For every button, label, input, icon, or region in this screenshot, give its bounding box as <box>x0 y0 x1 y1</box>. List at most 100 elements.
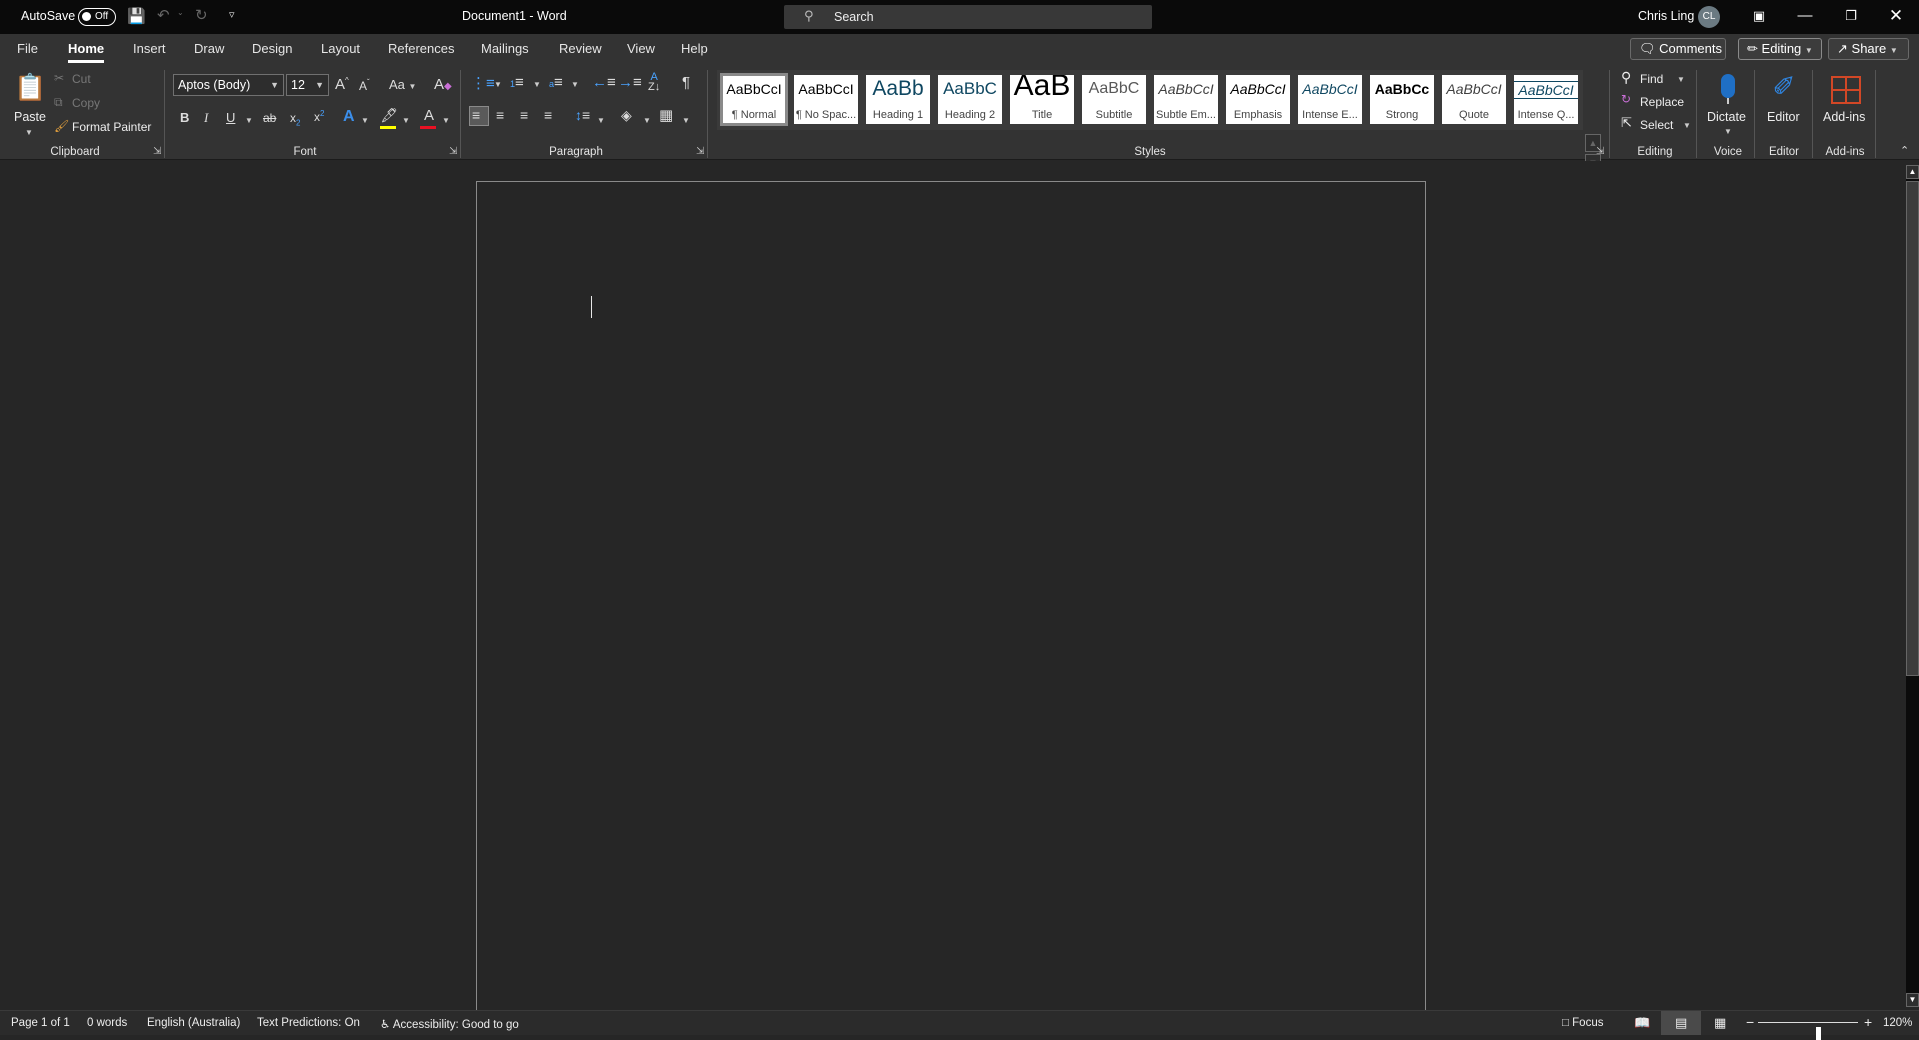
style-heading-1[interactable]: AaBb Heading 1 <box>866 75 930 124</box>
clipboard-dialog-launcher-icon[interactable]: ⇲ <box>153 146 161 157</box>
multilevel-list-icon[interactable]: a≡ <box>549 74 563 91</box>
style-normal[interactable]: AaBbCcI ¶ Normal <box>720 73 788 126</box>
borders-icon[interactable]: ▦ <box>659 106 673 124</box>
tab-review[interactable]: Review <box>559 41 602 56</box>
zoom-slider-thumb[interactable] <box>1816 1027 1821 1040</box>
minimize-icon[interactable]: — <box>1782 0 1828 34</box>
text-predictions-status[interactable]: Text Predictions: On <box>257 1017 360 1029</box>
shading-dropdown-icon[interactable]: ▼ <box>643 116 651 125</box>
comments-button[interactable]: 🗨 Comments <box>1630 38 1726 60</box>
show-formatting-marks-icon[interactable]: ¶ <box>682 74 690 91</box>
style-emphasis[interactable]: AaBbCcI Emphasis <box>1226 75 1290 124</box>
font-color-icon[interactable]: A <box>420 107 438 129</box>
paste-button[interactable]: 📋 Paste ▼ <box>12 70 48 140</box>
tab-design[interactable]: Design <box>252 41 292 56</box>
customize-toolbar-icon[interactable]: ▿ <box>229 8 235 21</box>
addins-button[interactable]: Add-ins <box>1818 68 1874 142</box>
sort-icon[interactable]: A Z↓ <box>648 72 660 93</box>
dictate-button[interactable]: Dictate ▼ <box>1703 68 1753 142</box>
vertical-scrollbar[interactable]: ▲ ▼ <box>1888 161 1919 1009</box>
text-effects-dropdown-icon[interactable]: ▼ <box>361 116 369 125</box>
web-layout-icon[interactable]: ▦ <box>1714 1015 1726 1031</box>
focus-mode-button[interactable]: □ Focus <box>1562 1017 1603 1029</box>
ribbon-display-options-icon[interactable]: ▣ <box>1736 0 1782 34</box>
font-name-dropdown[interactable]: Aptos (Body) ▼ <box>173 74 284 96</box>
tab-help[interactable]: Help <box>681 41 708 56</box>
copy-button[interactable]: ⧉ Copy <box>54 95 114 113</box>
bullets-icon[interactable]: ⋮≡ <box>471 74 495 92</box>
justify-icon[interactable]: ≡ <box>544 107 552 123</box>
zoom-level[interactable]: 120% <box>1883 1017 1912 1029</box>
tab-draw[interactable]: Draw <box>194 41 224 56</box>
save-icon[interactable]: 💾 <box>127 7 146 25</box>
user-name[interactable]: Chris Ling <box>1638 9 1694 23</box>
grow-font-icon[interactable]: A^ <box>335 76 349 93</box>
tab-insert[interactable]: Insert <box>133 41 166 56</box>
style-intense-e[interactable]: AaBbCcI Intense E... <box>1298 75 1362 124</box>
style-subtle-em[interactable]: AaBbCcI Subtle Em... <box>1154 75 1218 124</box>
word-count[interactable]: 0 words <box>87 1017 127 1029</box>
style-no-spac[interactable]: AaBbCcI ¶ No Spac... <box>794 75 858 124</box>
highlight-dropdown-icon[interactable]: ▼ <box>402 116 410 125</box>
tab-view[interactable]: View <box>627 41 655 56</box>
undo-dropdown-icon[interactable]: ⌄ <box>177 8 184 17</box>
numbering-dropdown-icon[interactable]: ▼ <box>533 80 541 89</box>
text-effects-icon[interactable]: A <box>343 108 355 126</box>
format-painter-button[interactable]: 🖌 Format Painter <box>54 119 154 137</box>
line-spacing-dropdown-icon[interactable]: ▼ <box>597 116 605 125</box>
close-icon[interactable]: ✕ <box>1873 0 1919 34</box>
underline-button[interactable]: U <box>226 110 235 125</box>
zoom-slider[interactable] <box>1758 1022 1858 1040</box>
font-dialog-launcher-icon[interactable]: ⇲ <box>449 146 457 157</box>
redo-icon[interactable]: ↻ <box>195 6 208 24</box>
clear-formatting-icon[interactable]: A◆ <box>434 76 452 93</box>
document-page[interactable] <box>476 181 1426 1021</box>
print-layout-button[interactable]: ▤ <box>1661 1011 1701 1035</box>
accessibility-checker[interactable]: ♿ Accessibility: Good to go <box>380 1017 519 1031</box>
strikethrough-button[interactable]: ab <box>263 111 276 125</box>
cut-button[interactable]: ✂ Cut <box>54 71 114 89</box>
autosave-toggle[interactable]: Off <box>78 8 116 26</box>
find-button[interactable]: ⚲ Find ▼ <box>1621 69 1691 89</box>
align-center-icon[interactable]: ≡ <box>496 107 504 123</box>
underline-dropdown-icon[interactable]: ▼ <box>245 116 253 125</box>
share-button[interactable]: ↗ Share ▼ <box>1828 38 1909 60</box>
style-heading-2[interactable]: AaBbC Heading 2 <box>938 75 1002 124</box>
search-box[interactable]: ⚲ Search <box>784 5 1152 29</box>
editor-button[interactable]: ✐ Editor <box>1760 68 1808 142</box>
tab-mailings[interactable]: Mailings <box>481 41 529 56</box>
font-size-dropdown[interactable]: 12 ▼ <box>286 74 329 96</box>
collapse-ribbon-icon[interactable]: ⌃ <box>1900 144 1909 157</box>
tab-home[interactable]: Home <box>68 41 105 63</box>
read-mode-icon[interactable]: 📖 <box>1634 1015 1650 1031</box>
multilevel-list-dropdown-icon[interactable]: ▼ <box>571 80 579 89</box>
style-subtitle[interactable]: AaBbC Subtitle <box>1082 75 1146 124</box>
increase-indent-icon[interactable]: →≡ <box>618 74 642 91</box>
style-quote[interactable]: AaBbCcI Quote <box>1442 75 1506 124</box>
subscript-icon[interactable]: x2 <box>290 111 300 127</box>
document-canvas[interactable] <box>0 161 1888 1021</box>
zoom-in-icon[interactable]: + <box>1864 1014 1872 1030</box>
style-intense-q[interactable]: AaBbCcI Intense Q... <box>1514 75 1578 124</box>
page-count[interactable]: Page 1 of 1 <box>11 1017 70 1029</box>
numbering-icon[interactable]: 1≡ <box>510 74 524 91</box>
editing-mode-button[interactable]: ✏ Editing ▼ <box>1738 38 1822 60</box>
avatar[interactable]: CL <box>1698 6 1720 28</box>
zoom-out-icon[interactable]: − <box>1746 1014 1754 1030</box>
scroll-down-icon[interactable]: ▼ <box>1906 993 1919 1007</box>
tab-references[interactable]: References <box>388 41 454 56</box>
style-strong[interactable]: AaBbCc Strong <box>1370 75 1434 124</box>
restore-icon[interactable]: ❐ <box>1828 0 1874 34</box>
style-title[interactable]: AaB Title <box>1010 75 1074 124</box>
italic-button[interactable]: I <box>204 110 208 126</box>
scrollbar-thumb[interactable] <box>1906 181 1919 676</box>
superscript-icon[interactable]: x2 <box>314 109 324 124</box>
highlight-color-icon[interactable]: 🖋 <box>380 107 398 129</box>
bullets-dropdown-icon[interactable]: ▼ <box>494 80 502 89</box>
align-left-button[interactable]: ≡ <box>469 106 489 126</box>
decrease-indent-icon[interactable]: ←≡ <box>592 74 616 91</box>
tab-layout[interactable]: Layout <box>321 41 360 56</box>
bold-button[interactable]: B <box>180 110 189 125</box>
replace-button[interactable]: ↻ Replace <box>1621 92 1701 112</box>
styles-dialog-launcher-icon[interactable]: ⇲ <box>1596 146 1604 157</box>
